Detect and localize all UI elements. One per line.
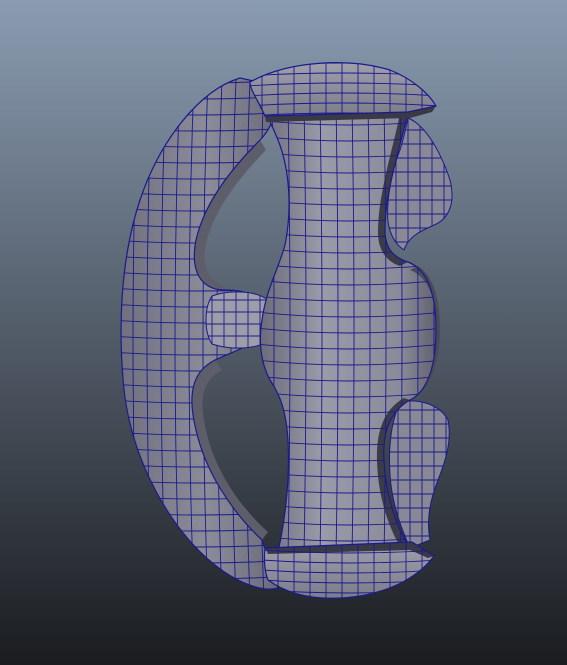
viewport-canvas[interactable] bbox=[0, 0, 567, 665]
3d-viewport[interactable] bbox=[0, 0, 567, 665]
